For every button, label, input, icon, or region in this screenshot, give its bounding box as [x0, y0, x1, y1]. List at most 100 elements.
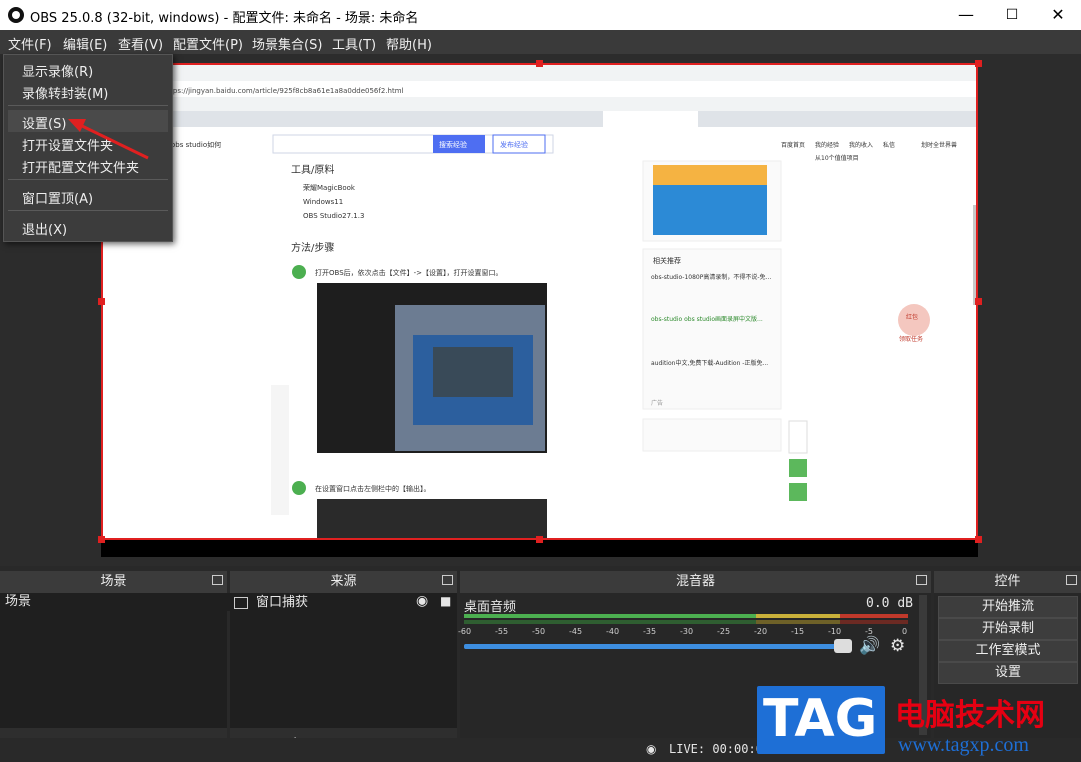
section-steps: 方法/步骤: [291, 241, 334, 254]
volume-slider-handle[interactable]: [834, 639, 852, 653]
maximize-icon[interactable]: ☐: [989, 0, 1035, 30]
resize-handle-br[interactable]: [975, 536, 982, 543]
meter-tick-label: -35: [643, 627, 657, 636]
meter-tick-label: -25: [717, 627, 731, 636]
nav-income: 我的收入: [849, 141, 873, 149]
meter-red: [840, 614, 908, 618]
menu-profile[interactable]: 配置文件(P): [173, 34, 243, 53]
dock-float-icon[interactable]: [212, 575, 223, 585]
title-bar: OBS 25.0.8 (32-bit, windows) - 配置文件: 未命名…: [0, 0, 1081, 30]
sources-list[interactable]: 窗口捕获 ◉ ■: [230, 593, 457, 746]
step-1-text: 打开OBS后，依次点击【文件】->【设置】，打开设置窗口。: [315, 268, 503, 277]
close-icon[interactable]: ✕: [1035, 0, 1081, 30]
menu-bar: 文件(F) 编辑(E) 查看(V) 配置文件(P) 场景集合(S) 工具(T) …: [0, 30, 1081, 54]
menu-exit[interactable]: 退出(X): [22, 219, 67, 238]
browser-capture: https://jingyan.baidu.com/article/925f8c…: [103, 65, 976, 538]
settings-button[interactable]: 设置: [938, 662, 1078, 684]
menu-separator: [8, 179, 168, 180]
ad-label: 广告: [651, 399, 663, 407]
channel-name: 桌面音频: [464, 600, 517, 615]
watermark-cn: 电脑技术网: [895, 698, 1045, 733]
publish-button-label: 发布经验: [500, 140, 528, 149]
start-recording-button[interactable]: 开始录制: [938, 618, 1078, 640]
menu-view[interactable]: 查看(V): [118, 34, 163, 53]
menu-separator: [8, 105, 168, 106]
source-item[interactable]: 窗口捕获: [256, 594, 308, 612]
meter-tick-label: -45: [569, 627, 583, 636]
obs-logo-icon: [8, 7, 24, 23]
scene-item[interactable]: 场景: [0, 593, 232, 611]
meter-tick-label: -55: [495, 627, 509, 636]
studio-mode-button[interactable]: 工作室模式: [938, 640, 1078, 662]
preview-source[interactable]: https://jingyan.baidu.com/article/925f8c…: [101, 63, 978, 540]
live-timer: LIVE: 00:00:00: [669, 742, 771, 756]
meter-yellow: [756, 614, 840, 618]
dock-float-icon[interactable]: [1066, 575, 1077, 585]
meter-green-dim: [464, 620, 756, 624]
dock-float-icon[interactable]: [916, 575, 927, 585]
resize-handle-tr[interactable]: [975, 60, 982, 67]
meter-red-dim: [840, 620, 908, 624]
tool-2: Windows11: [303, 198, 343, 206]
meter-tick-label: -15: [791, 627, 805, 636]
sources-title: 来源: [230, 571, 457, 593]
meter-tick-label: -10: [828, 627, 842, 636]
menu-edit[interactable]: 编辑(E): [63, 34, 107, 53]
menu-separator: [8, 210, 168, 211]
watermark-url: www.tagxp.com: [898, 734, 1029, 756]
nav-my: 我的经验: [815, 141, 839, 149]
search-text: obs studio如何: [171, 140, 221, 149]
start-streaming-button[interactable]: 开始推流: [938, 596, 1078, 618]
mixer-title: 混音器: [460, 571, 931, 593]
menu-tools[interactable]: 工具(T): [332, 34, 376, 53]
menu-file[interactable]: 文件(F): [8, 34, 52, 53]
nav-home: 百度首页: [781, 141, 805, 149]
resize-handle-l[interactable]: [98, 298, 105, 305]
eye-icon[interactable]: ◉: [416, 593, 428, 609]
tag-logo: TAG: [757, 686, 885, 754]
related-2: obs-studio obs studio画面录屏中文版...: [651, 315, 763, 323]
resize-handle-b[interactable]: [536, 536, 543, 543]
speaker-icon[interactable]: 🔊: [859, 636, 880, 656]
volume-slider-track[interactable]: [464, 644, 852, 649]
related-title: 相关推荐: [653, 256, 681, 265]
scenes-list[interactable]: 场景: [0, 593, 232, 746]
menu-always-on-top[interactable]: 窗口置顶(A): [22, 188, 93, 207]
minimize-icon[interactable]: —: [943, 0, 989, 30]
menu-help[interactable]: 帮助(H): [386, 34, 432, 53]
channel-level: 0.0 dB: [866, 596, 913, 611]
nav-user: 划时全世界兽: [921, 141, 957, 149]
tag-logo-text: TAG: [763, 689, 878, 749]
window-capture-icon: [234, 597, 248, 609]
menu-show-recordings[interactable]: 显示录像(R): [22, 61, 93, 80]
meter-green: [464, 614, 756, 618]
lock-icon[interactable]: ■: [440, 594, 451, 608]
dock-float-icon[interactable]: [442, 575, 453, 585]
meter-tick-label: -5: [865, 627, 873, 636]
resize-handle-bl[interactable]: [98, 536, 105, 543]
menu-remux[interactable]: 录像转封装(M): [22, 83, 108, 102]
meter-tick-label: -40: [606, 627, 620, 636]
resize-handle-t[interactable]: [536, 60, 543, 67]
browser-url: https://jingyan.baidu.com/article/925f8c…: [163, 87, 404, 95]
broadcast-icon: ◉: [646, 742, 657, 756]
side-task: 领取任务: [899, 335, 923, 343]
tool-3: OBS Studio27.1.3: [303, 212, 364, 220]
gear-icon[interactable]: ⚙: [890, 636, 905, 656]
scenes-title: 场景: [0, 571, 227, 593]
annotation-arrow-icon: [68, 119, 149, 160]
nav-msg: 私信: [883, 141, 895, 149]
promo-count: 从10个值值项目: [815, 154, 859, 162]
section-tools: 工具/原料: [291, 163, 334, 176]
menu-scene-collection[interactable]: 场景集合(S): [252, 34, 322, 53]
related-3: audition中文,免费下载-Audition -正版免...: [651, 359, 768, 367]
step-2-text: 在设置窗口点击左侧栏中的【输出】。: [315, 484, 431, 493]
scenes-dock: 场景 场景 + − ∧ ∨: [0, 571, 232, 762]
meter-tick-label: 0: [902, 627, 908, 636]
window-title: OBS 25.0.8 (32-bit, windows) - 配置文件: 未命名…: [30, 11, 419, 26]
related-1: obs-studio-1080P高清录制，不得不说-免...: [651, 273, 771, 281]
search-button-label: 搜索经验: [439, 140, 467, 149]
meter-tick-label: -60: [458, 627, 472, 636]
meter-tick-label: -30: [680, 627, 694, 636]
resize-handle-r[interactable]: [975, 298, 982, 305]
